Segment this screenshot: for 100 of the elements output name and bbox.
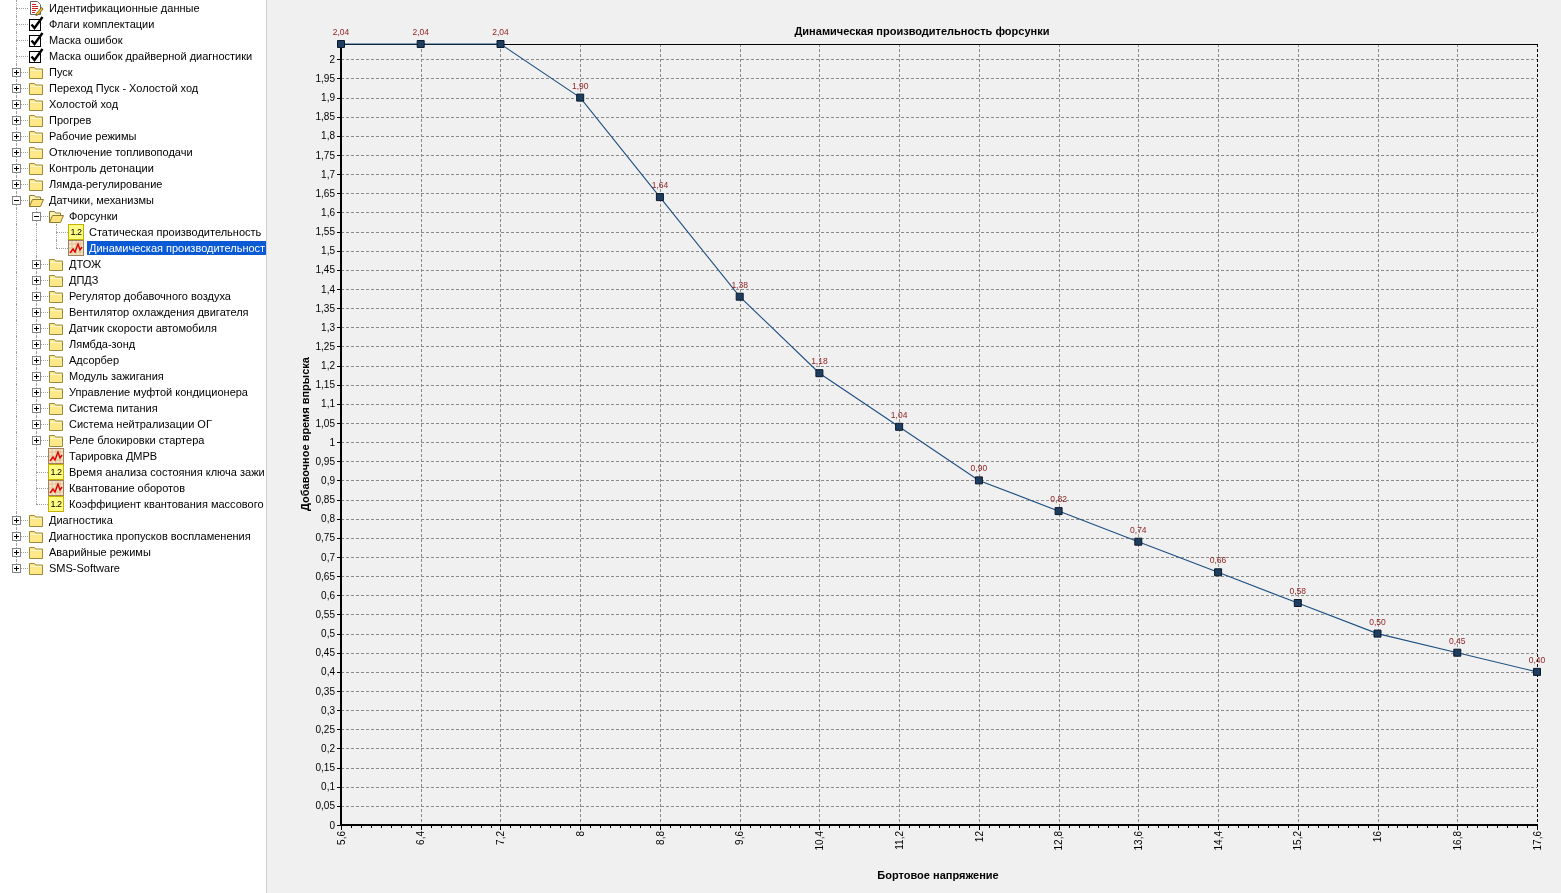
- expand-icon[interactable]: [11, 531, 21, 541]
- expand-icon[interactable]: [11, 563, 21, 573]
- x-axis-title: Бортовое напряжение: [877, 869, 999, 881]
- collapse-icon[interactable]: [31, 211, 41, 221]
- expand-icon[interactable]: [11, 83, 21, 93]
- expand-icon[interactable]: [31, 435, 41, 445]
- y-tick-label: 1,05: [315, 417, 335, 429]
- y-tick-label: 1,1: [321, 398, 335, 410]
- expand-icon[interactable]: [11, 179, 21, 189]
- tree-item[interactable]: Переход Пуск - Холостой ход: [47, 81, 201, 95]
- tree-item[interactable]: Модуль зажигания: [67, 369, 166, 383]
- tree-item[interactable]: Лямда-регулирование: [47, 177, 165, 191]
- expand-icon[interactable]: [31, 259, 41, 269]
- square-marker-icon: [576, 93, 585, 102]
- expand-icon[interactable]: [11, 163, 21, 173]
- tree-item[interactable]: Реле блокировки стартера: [67, 433, 207, 447]
- expand-icon[interactable]: [31, 339, 41, 349]
- tree-item[interactable]: Диагностика пропусков воспламенения: [47, 529, 253, 543]
- tree-item[interactable]: Датчик скорости автомобиля: [67, 321, 219, 335]
- expand-icon[interactable]: [31, 307, 41, 317]
- expand-icon[interactable]: [31, 403, 41, 413]
- square-marker-icon: [1054, 507, 1063, 516]
- square-marker-icon: [1293, 599, 1302, 607]
- expand-icon[interactable]: [31, 275, 41, 285]
- tree-item[interactable]: Отключение топливоподачи: [47, 145, 195, 159]
- tree-item[interactable]: Идентификационные данные: [47, 1, 202, 15]
- data-label: 2,04: [412, 27, 429, 37]
- expand-icon[interactable]: [31, 323, 41, 333]
- tree-item[interactable]: Статическая производительность: [87, 225, 264, 239]
- folder-icon: [28, 64, 44, 80]
- x-tick-label: 8,8: [654, 831, 666, 845]
- expand-icon[interactable]: [31, 371, 41, 381]
- tree-item[interactable]: Система нейтрализации ОГ: [67, 417, 214, 431]
- tree-item[interactable]: Флаги комплектации: [47, 17, 157, 31]
- tree-item[interactable]: Диагностика: [47, 513, 115, 527]
- tree-item[interactable]: Пуск: [47, 65, 75, 79]
- tree-item[interactable]: Управление муфтой кондиционера: [67, 385, 250, 399]
- y-tick-label: 0,35: [315, 685, 335, 697]
- folder-icon: [28, 96, 44, 112]
- x-tick-label: 15,2: [1292, 831, 1304, 851]
- expand-icon[interactable]: [31, 419, 41, 429]
- expand-icon[interactable]: [11, 131, 21, 141]
- tree-item[interactable]: ДПДЗ: [67, 273, 101, 287]
- expand-icon[interactable]: [31, 387, 41, 397]
- data-label: 1,38: [731, 279, 748, 290]
- expand-icon[interactable]: [31, 355, 41, 365]
- tree-item[interactable]: Аварийные режимы: [47, 545, 153, 559]
- data-label: 1,04: [890, 409, 908, 420]
- tree-item[interactable]: Тарировка ДМРВ: [67, 449, 160, 463]
- tree-item[interactable]: Прогрев: [47, 113, 94, 127]
- tree-item[interactable]: Вентилятор охлаждения двигателя: [67, 305, 251, 319]
- folder-icon: [48, 256, 64, 272]
- expand-icon[interactable]: [11, 515, 21, 525]
- square-marker-icon: [895, 422, 904, 431]
- y-tick-label: 0,8: [321, 513, 335, 525]
- tree-item[interactable]: Холостой ход: [47, 97, 121, 111]
- expand-icon[interactable]: [11, 99, 21, 109]
- folder-icon: [48, 272, 64, 288]
- square-marker-icon: [1453, 648, 1462, 657]
- y-tick-label: 1,35: [315, 302, 335, 314]
- x-tick-label: 11,2: [893, 831, 905, 850]
- folder-icon: [28, 144, 44, 160]
- tree-item[interactable]: Регулятор добавочного воздуха: [67, 289, 233, 303]
- x-tick-label: 16: [1372, 831, 1384, 843]
- tree-item[interactable]: Рабочие режимы: [47, 129, 139, 143]
- tree-item[interactable]: Лямбда-зонд: [67, 337, 138, 351]
- y-tick-label: 1,95: [315, 73, 335, 85]
- tree-item[interactable]: Контроль детонации: [47, 161, 156, 175]
- expand-icon[interactable]: [11, 547, 21, 557]
- data-label: 1,18: [811, 356, 828, 367]
- square-marker-icon: [1373, 629, 1382, 638]
- expand-icon[interactable]: [31, 291, 41, 301]
- folder-icon: [28, 80, 44, 96]
- folder-icon: [48, 384, 64, 400]
- expand-icon[interactable]: [11, 115, 21, 125]
- expand-icon[interactable]: [11, 67, 21, 77]
- expand-icon[interactable]: [11, 147, 21, 157]
- data-label: 0,40: [1528, 654, 1546, 665]
- tree-item[interactable]: SMS-Software: [47, 561, 122, 575]
- tree-item[interactable]: Форсунки: [67, 209, 120, 223]
- x-tick-label: 6,4: [415, 831, 427, 845]
- y-tick-label: 1,45: [315, 264, 335, 276]
- tree-item[interactable]: Система питания: [67, 401, 160, 415]
- tree-item[interactable]: Маска ошибок: [47, 33, 125, 47]
- y-tick-label: 0,05: [315, 800, 335, 812]
- x-tick-label: 9,6: [734, 831, 746, 845]
- tree-item[interactable]: ДТОЖ: [67, 257, 104, 271]
- tree-item[interactable]: Коэффициент квантования массового: [67, 497, 266, 511]
- tree-item[interactable]: Время анализа состояния ключа зажи: [67, 465, 266, 479]
- y-tick-label: 0,1: [321, 781, 335, 793]
- square-marker-icon: [1134, 537, 1143, 546]
- tree-item[interactable]: Датчики, механизмы: [47, 193, 156, 207]
- tree-item[interactable]: Адсорбер: [67, 353, 122, 367]
- tree-item[interactable]: Динамическая производительност: [87, 241, 266, 255]
- collapse-icon[interactable]: [11, 195, 21, 205]
- folder-icon: [48, 432, 64, 448]
- data-label: 1,90: [571, 80, 589, 91]
- tree-item[interactable]: Квантование оборотов: [67, 481, 187, 495]
- y-tick-label: 1,25: [315, 341, 335, 353]
- tree-item[interactable]: Маска ошибок драйверной диагностики: [47, 49, 255, 63]
